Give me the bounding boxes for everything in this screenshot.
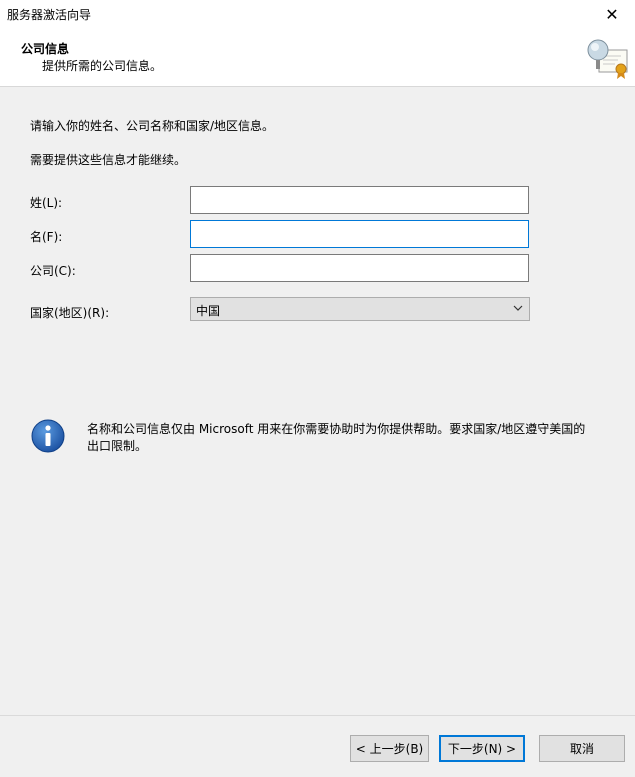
footer-divider bbox=[0, 715, 635, 716]
country-select[interactable]: 中国 bbox=[190, 297, 530, 321]
first-name-label: 名(F): bbox=[30, 230, 63, 244]
country-label: 国家(地区)(R): bbox=[30, 306, 110, 320]
window-title: 服务器激活向导 bbox=[7, 8, 92, 22]
country-select-value: 中国 bbox=[196, 304, 221, 318]
chevron-down-icon bbox=[513, 305, 523, 311]
title-bar: 服务器激活向导 ✕ bbox=[0, 0, 635, 28]
next-button[interactable]: 下一步(N) > bbox=[439, 735, 525, 762]
info-icon bbox=[31, 419, 65, 453]
wizard-header: 公司信息 提供所需的公司信息。 bbox=[0, 28, 635, 87]
intro-instruction: 请输入你的姓名、公司名称和国家/地区信息。 bbox=[30, 119, 275, 133]
info-message: 名称和公司信息仅由 Microsoft 用来在你需要协助时为你提供帮助。要求国家… bbox=[87, 422, 586, 453]
page-title: 公司信息 bbox=[21, 42, 70, 56]
company-label: 公司(C): bbox=[30, 264, 76, 278]
activation-wizard-window: 服务器激活向导 ✕ 公司信息 提供所需的公司信息。 请输入你的姓名、公司名称和国… bbox=[0, 0, 635, 777]
intro-requirement: 需要提供这些信息才能继续。 bbox=[30, 153, 187, 167]
certificate-icon bbox=[587, 39, 628, 79]
cancel-button[interactable]: 取消 bbox=[539, 735, 625, 762]
close-button[interactable]: ✕ bbox=[589, 0, 635, 28]
first-name-input[interactable] bbox=[190, 220, 529, 248]
last-name-input[interactable] bbox=[190, 186, 529, 214]
last-name-label: 姓(L): bbox=[30, 196, 63, 210]
close-icon: ✕ bbox=[605, 4, 619, 24]
page-subtitle: 提供所需的公司信息。 bbox=[42, 59, 163, 73]
company-input[interactable] bbox=[190, 254, 529, 282]
back-button[interactable]: < 上一步(B) bbox=[350, 735, 429, 762]
